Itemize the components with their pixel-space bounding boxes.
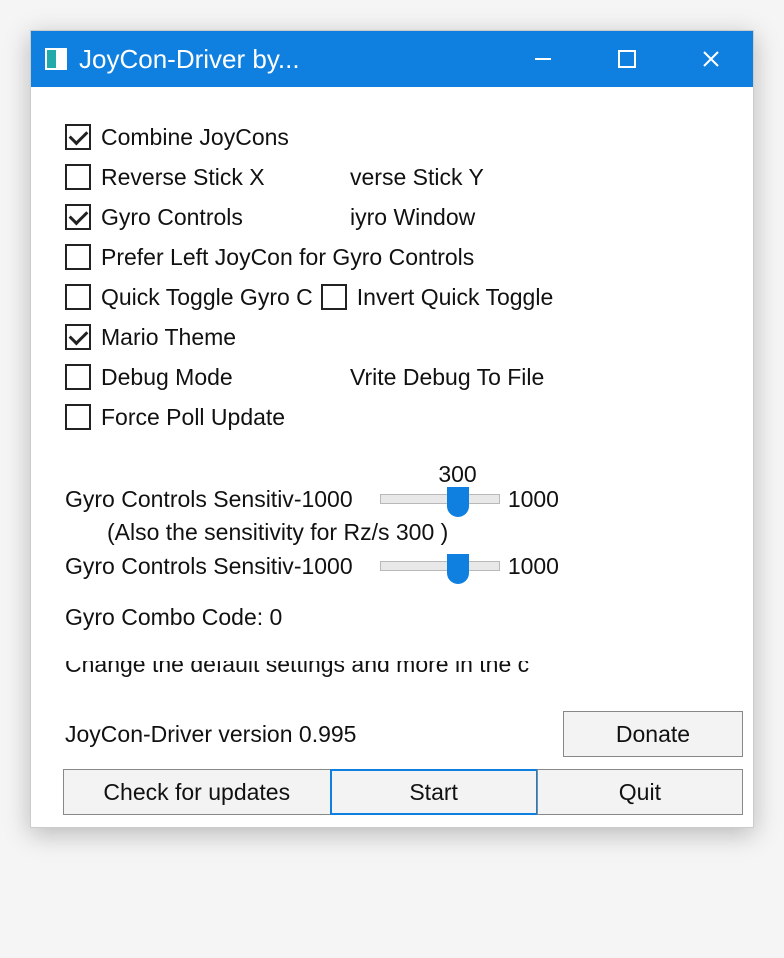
mario-theme-label: Mario Theme <box>101 324 236 351</box>
force-poll-label: Force Poll Update <box>101 404 285 431</box>
gyro-controls-label: Gyro Controls <box>101 204 243 231</box>
quick-toggle-checkbox[interactable] <box>65 284 91 310</box>
combine-joycons-label: Combine JoyCons <box>101 124 289 151</box>
donate-button[interactable]: Donate <box>563 711 743 757</box>
sensitivity-1-value: 300 <box>438 461 476 488</box>
check-updates-button[interactable]: Check for updates <box>63 769 331 815</box>
slider-thumb-icon[interactable] <box>447 554 469 584</box>
window-controls <box>501 31 753 87</box>
sensitivity-note: (Also the sensitivity for Rz/s 300 ) <box>107 519 743 546</box>
reverse-stick-x-label: Reverse Stick X <box>101 164 265 191</box>
mario-theme-checkbox[interactable] <box>65 324 91 350</box>
reverse-stick-x-checkbox[interactable] <box>65 164 91 190</box>
maximize-button[interactable] <box>585 31 669 87</box>
version-label: JoyCon-Driver version 0.995 <box>65 721 563 748</box>
debug-file-label: Vrite Debug To File <box>350 364 544 391</box>
titlebar: JoyCon-Driver by... <box>31 31 753 87</box>
close-button[interactable] <box>669 31 753 87</box>
debug-mode-label: Debug Mode <box>101 364 233 391</box>
app-icon <box>45 48 67 70</box>
combine-joycons-checkbox[interactable] <box>65 124 91 150</box>
window-title: JoyCon-Driver by... <box>79 44 300 75</box>
quick-toggle-label: Quick Toggle Gyro C <box>101 284 313 311</box>
app-window: JoyCon-Driver by... Combine JoyCons Reve… <box>30 30 754 828</box>
sensitivity-1-label: Gyro Controls Sensitiv <box>65 486 294 513</box>
maximize-icon <box>616 48 638 70</box>
minimize-button[interactable] <box>501 31 585 87</box>
gyro-window-label: iyro Window <box>350 204 475 231</box>
slider-thumb-icon[interactable] <box>447 487 469 517</box>
sensitivity-1-slider[interactable]: 300 <box>380 494 500 504</box>
sensitivity-2-slider[interactable] <box>380 561 500 571</box>
sensitivity-1-max: 1000 <box>508 486 586 513</box>
reverse-stick-y-label: verse Stick Y <box>350 164 484 191</box>
sensitivity-2-max: 1000 <box>508 553 586 580</box>
gyro-combo-code: Gyro Combo Code: 0 <box>65 604 743 631</box>
invert-quick-toggle-checkbox[interactable] <box>321 284 347 310</box>
content-area: Combine JoyCons Reverse Stick X verse St… <box>31 87 753 827</box>
gyro-controls-checkbox[interactable] <box>65 204 91 230</box>
debug-mode-checkbox[interactable] <box>65 364 91 390</box>
sensitivity-2-min: -1000 <box>294 553 372 580</box>
sensitivity-2-label: Gyro Controls Sensitiv <box>65 553 294 580</box>
start-button[interactable]: Start <box>330 769 538 815</box>
force-poll-checkbox[interactable] <box>65 404 91 430</box>
invert-quick-toggle-label: Invert Quick Toggle <box>357 284 553 311</box>
prefer-left-checkbox[interactable] <box>65 244 91 270</box>
quit-button[interactable]: Quit <box>537 769 743 815</box>
close-icon <box>700 48 722 70</box>
settings-hint: Change the default settings and more in … <box>65 661 743 693</box>
minimize-icon <box>532 48 554 70</box>
prefer-left-label: Prefer Left JoyCon for Gyro Controls <box>101 244 474 271</box>
sensitivity-1-min: -1000 <box>294 486 372 513</box>
